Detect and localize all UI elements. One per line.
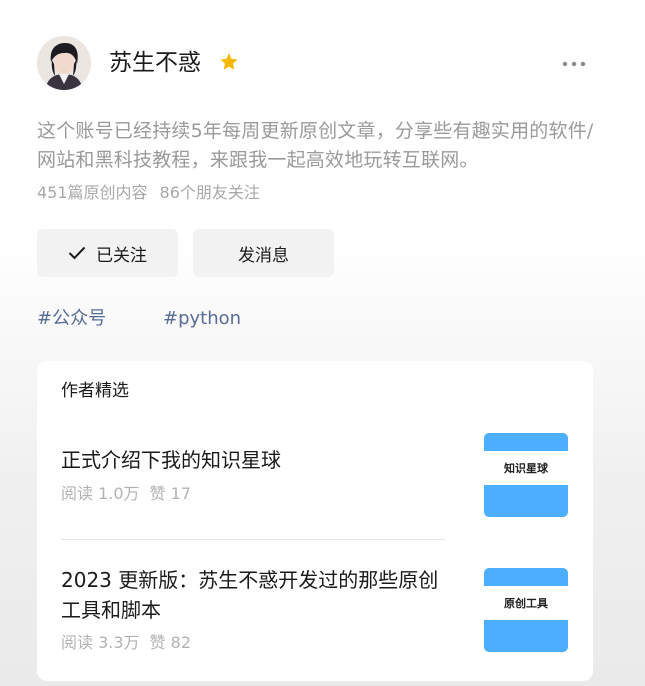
followed-button[interactable]: 已关注	[37, 229, 178, 277]
featured-articles-card: 作者精选 正式介绍下我的知识星球 阅读 1.0万赞 17 知识星球 2023 更…	[37, 361, 593, 681]
followed-label: 已关注	[96, 245, 147, 266]
account-name: 苏生不惑	[109, 50, 201, 76]
article-divider	[61, 539, 445, 540]
send-message-button[interactable]: 发消息	[193, 229, 334, 277]
thumbnail-label: 知识星球	[484, 451, 568, 485]
article-title: 2023 更新版：苏生不惑开发过的那些原创工具和脚本	[61, 568, 439, 622]
article-reads: 阅读 1.0万	[61, 484, 140, 503]
profile-bio: 这个账号已经持续5年每周更新原创文章，分享些有趣实用的软件/网站和黑科技教程，来…	[37, 120, 594, 171]
tag-link[interactable]: #python	[163, 306, 241, 332]
article-count: 451篇原创内容	[37, 183, 148, 202]
article-meta: 阅读 3.3万赞 82	[61, 632, 191, 654]
article-likes: 赞 82	[149, 633, 191, 652]
article-reads: 阅读 3.3万	[61, 633, 140, 652]
article-thumbnail: 知识星球	[484, 433, 568, 517]
featured-section-title: 作者精选	[61, 381, 129, 401]
check-icon	[68, 246, 86, 260]
avatar[interactable]	[37, 36, 91, 90]
tag-link[interactable]: #公众号	[37, 306, 106, 332]
profile-stats: 451篇原创内容 86个朋友关注	[37, 181, 260, 205]
article-thumbnail: 原创工具	[484, 568, 568, 652]
friends-following-count: 86个朋友关注	[159, 183, 260, 202]
more-dots-icon[interactable]	[561, 54, 587, 74]
featured-article-item[interactable]: 2023 更新版：苏生不惑开发过的那些原创工具和脚本 阅读 3.3万赞 82 原…	[37, 561, 593, 661]
article-likes: 赞 17	[149, 484, 191, 503]
profile-header: 苏生不惑	[37, 36, 597, 92]
avatar-image	[37, 36, 91, 90]
send-message-label: 发消息	[238, 245, 289, 266]
article-meta: 阅读 1.0万赞 17	[61, 483, 191, 505]
article-title: 正式介绍下我的知识星球	[61, 448, 281, 472]
featured-article-item[interactable]: 正式介绍下我的知识星球 阅读 1.0万赞 17 知识星球	[37, 433, 593, 521]
thumbnail-label: 原创工具	[484, 586, 568, 620]
star-icon	[220, 53, 238, 70]
